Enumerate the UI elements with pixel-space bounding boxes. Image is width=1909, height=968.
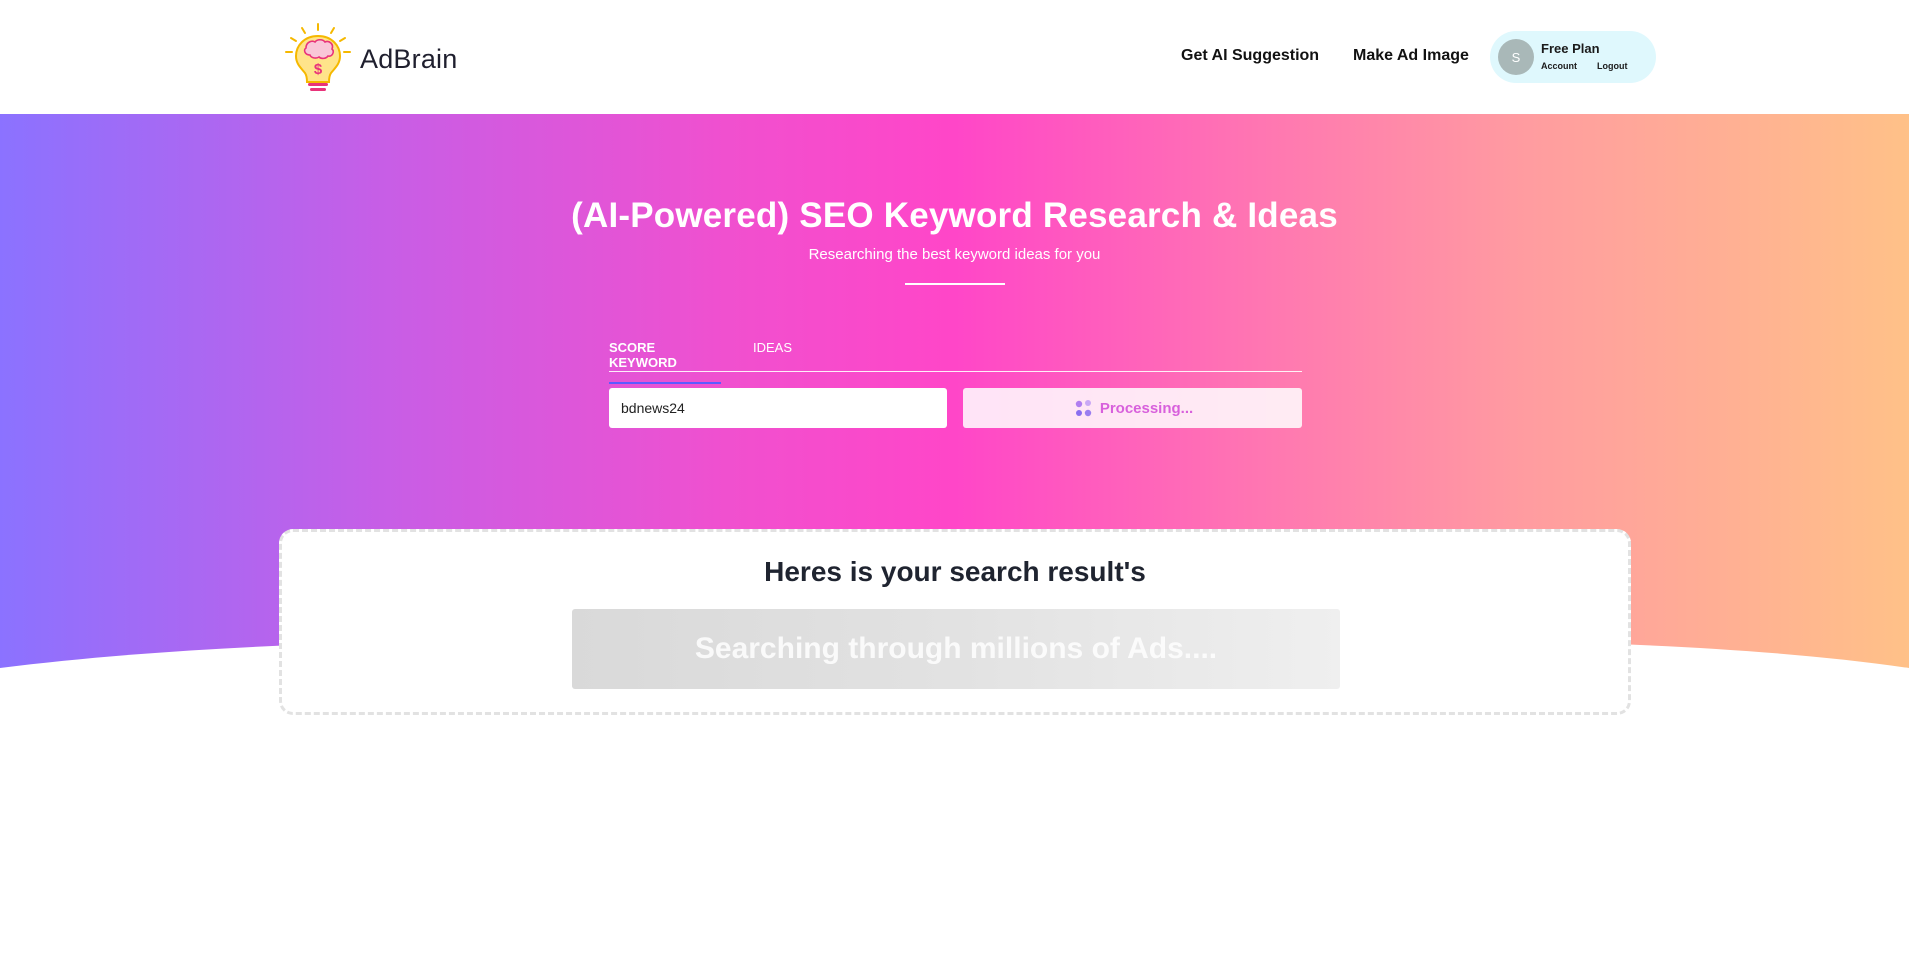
logout-link[interactable]: Logout: [1597, 61, 1628, 71]
loading-message: Searching through millions of Ads....: [694, 632, 1218, 665]
tab-score-keyword[interactable]: SCORE KEYWORD: [609, 340, 721, 384]
plan-name: Free Plan: [1541, 41, 1600, 56]
user-menu: S Free Plan Account Logout: [1490, 31, 1656, 83]
lightbulb-brain-dollar-icon: $: [285, 23, 351, 91]
brand-logo[interactable]: $ AdBrain: [280, 22, 457, 96]
brand-name: AdBrain: [360, 43, 458, 74]
results-card: Heres is your search result's Searching …: [279, 529, 1631, 715]
tab-ideas[interactable]: IDEAS: [753, 340, 792, 367]
mode-tabs: SCORE KEYWORD IDEAS: [609, 338, 1302, 384]
page-title: (AI-Powered) SEO Keyword Research & Idea…: [571, 196, 1338, 235]
processing-button[interactable]: Processing...: [963, 388, 1302, 428]
processing-label: Processing...: [1099, 399, 1194, 417]
account-link[interactable]: Account: [1541, 61, 1577, 71]
svg-text:$: $: [314, 61, 323, 78]
nav-get-ai-suggestion[interactable]: Get AI Suggestion: [1181, 47, 1319, 65]
nav-make-ad-image[interactable]: Make Ad Image: [1353, 47, 1469, 65]
keyword-input[interactable]: [609, 388, 947, 428]
page-subtitle: Researching the best keyword ideas for y…: [808, 246, 1101, 263]
top-header: $ AdBrain Get AI Suggestion Make Ad Imag…: [0, 0, 1909, 114]
results-loading-placeholder: Searching through millions of Ads....: [572, 609, 1340, 689]
loading-spinner-icon: [1075, 400, 1092, 417]
avatar[interactable]: S: [1498, 39, 1534, 75]
results-title: Heres is your search result's: [764, 556, 1146, 587]
title-divider: [905, 283, 1005, 285]
